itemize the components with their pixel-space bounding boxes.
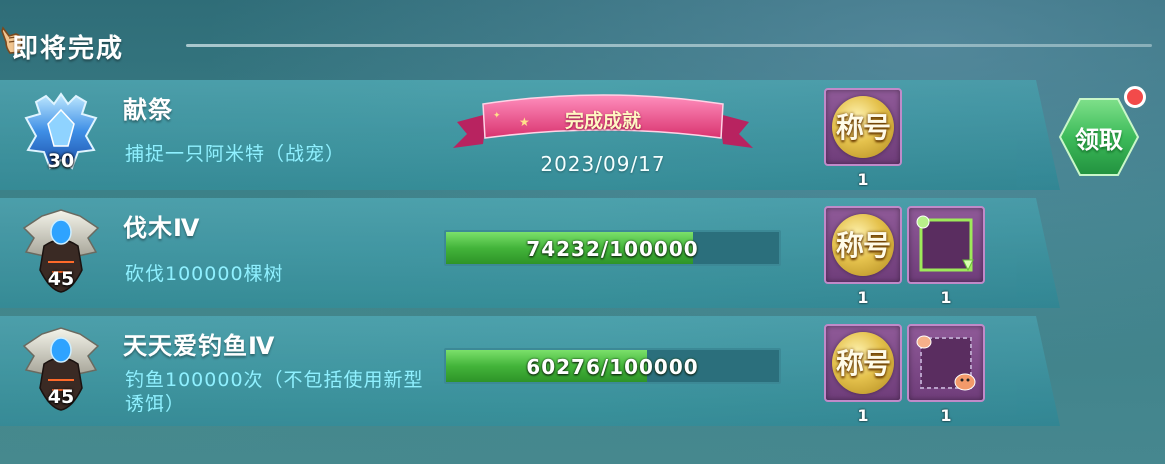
- notification-dot: [1124, 86, 1146, 108]
- reward-count: 1: [857, 170, 869, 189]
- achievement-description: 砍伐100000棵树: [125, 263, 284, 285]
- progress-bar: 74232/100000: [444, 230, 781, 266]
- green-frame-icon: [916, 215, 974, 272]
- section-title: 即将完成: [12, 34, 125, 64]
- reward-count: 1: [857, 406, 869, 425]
- completed-date: 2023/09/17: [540, 152, 666, 176]
- achievement-name: 伐木Ⅳ: [123, 214, 201, 242]
- reward-label: 称号: [835, 347, 891, 380]
- reward-count: 1: [940, 288, 952, 307]
- header-divider: [186, 44, 1152, 47]
- section-header: 即将完成: [0, 22, 1165, 66]
- progress-text: 74232/100000: [526, 237, 699, 261]
- reward-avatar-frame[interactable]: [907, 324, 985, 402]
- claim-label: 领取: [1075, 126, 1123, 154]
- reward-count: 1: [857, 288, 869, 307]
- progress-text: 60276/100000: [526, 355, 699, 379]
- medal-level: 45: [47, 386, 75, 408]
- reward-avatar-frame[interactable]: [907, 206, 985, 284]
- medal-level: 45: [47, 268, 75, 290]
- achievement-description: 捕捉一只阿米特（战宠）: [125, 143, 346, 165]
- reward-label: 称号: [835, 229, 891, 262]
- reward-title-badge[interactable]: 称号: [824, 88, 902, 166]
- medal-level: 30: [47, 150, 75, 172]
- reward-title-badge[interactable]: 称号: [824, 206, 902, 284]
- reward-count: 1: [940, 406, 952, 425]
- achievement-name: 天天爱钓鱼Ⅳ: [123, 332, 276, 360]
- reward-label: 称号: [835, 111, 891, 144]
- hamster-frame-icon: [916, 335, 976, 391]
- achievement-row: 45 天天爱钓鱼Ⅳ 钓鱼100000次（不包括使用新型诱饵） 60276/100…: [0, 316, 1060, 426]
- achievement-description: 钓鱼100000次（不包括使用新型诱饵）: [125, 369, 424, 415]
- completed-label: 完成成就: [564, 110, 641, 132]
- achievement-name: 献祭: [123, 96, 173, 124]
- claim-button[interactable]: 领取: [1058, 96, 1140, 178]
- progress-bar: 60276/100000: [444, 348, 781, 384]
- achievement-row: 45 伐木Ⅳ 砍伐100000棵树 74232/100000 称号 1 1: [0, 198, 1060, 308]
- achievement-row: 30 献祭 捕捉一只阿米特（战宠） ★ ✦ 完成成就 2023/09/17 称号…: [0, 80, 1060, 190]
- reward-title-badge[interactable]: 称号: [824, 324, 902, 402]
